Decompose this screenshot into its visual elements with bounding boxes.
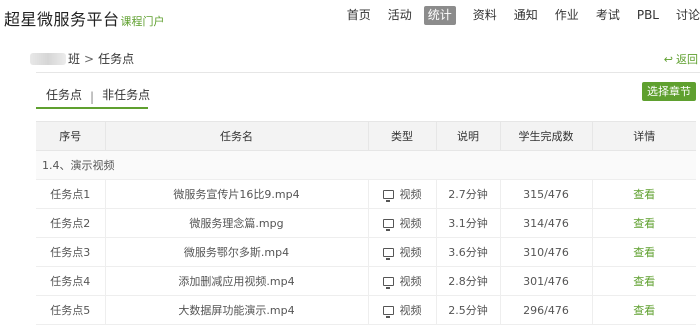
- task-type-cell: 视频: [368, 208, 437, 238]
- task-type-cell: 视频: [368, 237, 437, 267]
- monitor-icon: [382, 276, 394, 289]
- nav-discussion[interactable]: 讨论: [676, 6, 700, 25]
- tab-non-task-points[interactable]: 非任务点: [102, 86, 150, 107]
- header-completed: 学生完成数: [500, 121, 593, 151]
- task-name: 大数据屏功能演示.mp4: [105, 295, 369, 325]
- task-name: 微服务宣传片16比9.mp4: [105, 179, 369, 209]
- return-arrow-icon: ↩: [663, 52, 673, 66]
- header-description: 说明: [436, 121, 501, 151]
- task-index: 任务点4: [36, 266, 106, 296]
- breadcrumb-current: 任务点: [98, 52, 135, 66]
- task-type-cell: 视频: [368, 295, 437, 325]
- task-completion: 296/476: [500, 295, 593, 325]
- task-completion: 314/476: [500, 208, 593, 238]
- table-row: 任务点5 大数据屏功能演示.mp4 视频 2.5分钟 296/476 查看: [36, 295, 696, 325]
- monitor-icon: [382, 218, 394, 231]
- main-nav: 首页 活动 统计 资料 通知 作业 考试 PBL 讨论: [330, 6, 700, 25]
- table-row: 任务点2 微服务理念篇.mpg 视频 3.1分钟 314/476 查看: [36, 208, 696, 238]
- task-detail-cell: 查看: [592, 295, 696, 325]
- table-row: 任务点1 微服务宣传片16比9.mp4 视频 2.7分钟 315/476 查看: [36, 179, 696, 209]
- task-completion: 301/476: [500, 266, 593, 296]
- task-type-cell: 视频: [368, 179, 437, 209]
- view-link[interactable]: 查看: [633, 275, 655, 288]
- platform-title: 超星微服务平台: [4, 10, 120, 29]
- view-link[interactable]: 查看: [633, 246, 655, 259]
- breadcrumb: 班 > 任务点: [30, 50, 134, 67]
- task-duration: 2.7分钟: [436, 179, 501, 209]
- task-index: 任务点5: [36, 295, 106, 325]
- course-portal-label[interactable]: 课程门户: [121, 13, 165, 29]
- nav-homework[interactable]: 作业: [555, 6, 579, 25]
- task-index: 任务点2: [36, 208, 106, 238]
- active-tab-indicator: [36, 107, 148, 109]
- monitor-icon: [382, 247, 394, 260]
- breadcrumb-separator: >: [84, 51, 95, 66]
- view-link[interactable]: 查看: [633, 217, 655, 230]
- nav-notices[interactable]: 通知: [514, 6, 538, 25]
- task-duration: 2.8分钟: [436, 266, 501, 296]
- task-detail-cell: 查看: [592, 208, 696, 238]
- nav-home[interactable]: 首页: [347, 6, 371, 25]
- monitor-icon: [382, 305, 394, 318]
- task-completion: 315/476: [500, 179, 593, 209]
- back-button[interactable]: ↩ 返回: [664, 51, 698, 67]
- task-duration: 3.1分钟: [436, 208, 501, 238]
- chapter-title: 1.4、演示视频: [36, 150, 696, 180]
- task-type: 视频: [399, 304, 422, 317]
- task-name: 微服务理念篇.mpg: [105, 208, 369, 238]
- header-type: 类型: [368, 121, 437, 151]
- task-detail-cell: 查看: [592, 237, 696, 267]
- task-type-cell: 视频: [368, 266, 437, 296]
- table-header-row: 序号 任务名 类型 说明 学生完成数 详情: [36, 121, 696, 151]
- brand[interactable]: 超星微服务平台 课程门户: [4, 6, 165, 30]
- back-label: 返回: [676, 53, 698, 66]
- task-index: 任务点1: [36, 179, 106, 209]
- monitor-icon: [382, 189, 394, 202]
- tab-task-points[interactable]: 任务点: [46, 86, 82, 107]
- task-detail-cell: 查看: [592, 179, 696, 209]
- section-divider: [36, 72, 700, 73]
- chapter-row: 1.4、演示视频: [36, 150, 696, 180]
- task-completion: 310/476: [500, 237, 593, 267]
- task-type: 视频: [399, 217, 422, 230]
- table-row: 任务点3 微服务鄂尔多斯.mp4 视频 3.6分钟 310/476 查看: [36, 237, 696, 267]
- task-index: 任务点3: [36, 237, 106, 267]
- task-detail-cell: 查看: [592, 266, 696, 296]
- top-header: 超星微服务平台 课程门户 首页 活动 统计 资料 通知 作业 考试 PBL 讨论: [0, 0, 700, 34]
- header-task-name: 任务名: [105, 121, 369, 151]
- task-duration: 2.5分钟: [436, 295, 501, 325]
- task-type: 视频: [399, 275, 422, 288]
- task-name: 微服务鄂尔多斯.mp4: [105, 237, 369, 267]
- breadcrumb-row: 班 > 任务点 ↩ 返回: [30, 50, 700, 72]
- task-tabs: 任务点 | 非任务点: [46, 86, 150, 107]
- task-duration: 3.6分钟: [436, 237, 501, 267]
- blurred-class-name: [30, 52, 66, 65]
- nav-activity[interactable]: 活动: [388, 6, 412, 25]
- view-link[interactable]: 查看: [633, 188, 655, 201]
- task-table: 序号 任务名 类型 说明 学生完成数 详情 1.4、演示视频 任务点1 微服务宣…: [36, 121, 696, 325]
- breadcrumb-class[interactable]: 班: [68, 50, 80, 67]
- task-type: 视频: [399, 246, 422, 259]
- header-index: 序号: [36, 121, 106, 151]
- nav-statistics[interactable]: 统计: [423, 6, 456, 25]
- header-detail: 详情: [592, 121, 696, 151]
- nav-exam[interactable]: 考试: [596, 6, 620, 25]
- task-type: 视频: [399, 188, 422, 201]
- task-name: 添加删减应用视频.mp4: [105, 266, 369, 296]
- tab-separator: |: [90, 89, 95, 104]
- select-chapter-button[interactable]: 选择章节: [642, 82, 696, 101]
- nav-materials[interactable]: 资料: [473, 6, 497, 25]
- nav-pbl[interactable]: PBL: [637, 6, 659, 25]
- table-row: 任务点4 添加删减应用视频.mp4 视频 2.8分钟 301/476 查看: [36, 266, 696, 296]
- view-link[interactable]: 查看: [633, 304, 655, 317]
